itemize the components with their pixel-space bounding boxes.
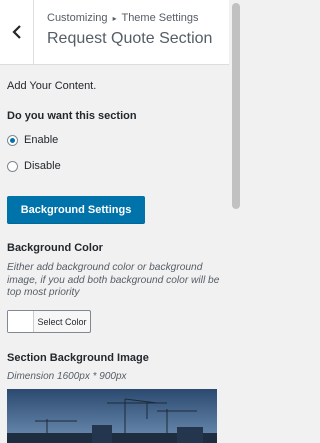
background-color-heading: Background Color bbox=[7, 242, 103, 254]
background-color-description: Either add background color or backgroun… bbox=[7, 262, 220, 298]
section-background-image-heading: Section Background Image bbox=[7, 352, 149, 364]
disable-label: Disable bbox=[24, 160, 61, 172]
background-settings-button[interactable]: Background Settings bbox=[7, 196, 145, 223]
chevron-left-icon bbox=[11, 25, 21, 39]
intro-text: Add Your Content. bbox=[7, 80, 97, 92]
image-dimension-hint: Dimension 1600px * 900px bbox=[7, 371, 127, 382]
breadcrumb-separator: ▸ bbox=[112, 14, 117, 23]
breadcrumb: Customizing ▸ Theme Settings bbox=[47, 12, 199, 24]
radio-unchecked-icon[interactable] bbox=[7, 160, 18, 172]
section-title: Request Quote Section bbox=[47, 30, 213, 47]
panel-header: Customizing ▸ Theme Settings Request Quo… bbox=[0, 0, 229, 65]
select-color-label: Select Color bbox=[37, 316, 87, 327]
breadcrumb-current: Theme Settings bbox=[121, 12, 199, 24]
construction-cranes-image bbox=[7, 389, 217, 443]
scrollbar-thumb[interactable] bbox=[232, 3, 240, 209]
select-color-button[interactable]: Select Color bbox=[7, 310, 91, 333]
enable-radio[interactable]: Enable bbox=[7, 134, 58, 146]
back-button[interactable] bbox=[0, 0, 34, 64]
radio-checked-icon[interactable] bbox=[7, 134, 18, 146]
scrollbar[interactable] bbox=[229, 0, 243, 443]
background-image-preview[interactable] bbox=[7, 389, 217, 443]
breadcrumb-parent: Customizing bbox=[47, 12, 108, 24]
enable-label: Enable bbox=[24, 134, 59, 146]
disable-radio[interactable]: Disable bbox=[7, 160, 61, 172]
section-toggle-heading: Do you want this section bbox=[7, 110, 137, 122]
color-swatch bbox=[8, 311, 34, 332]
